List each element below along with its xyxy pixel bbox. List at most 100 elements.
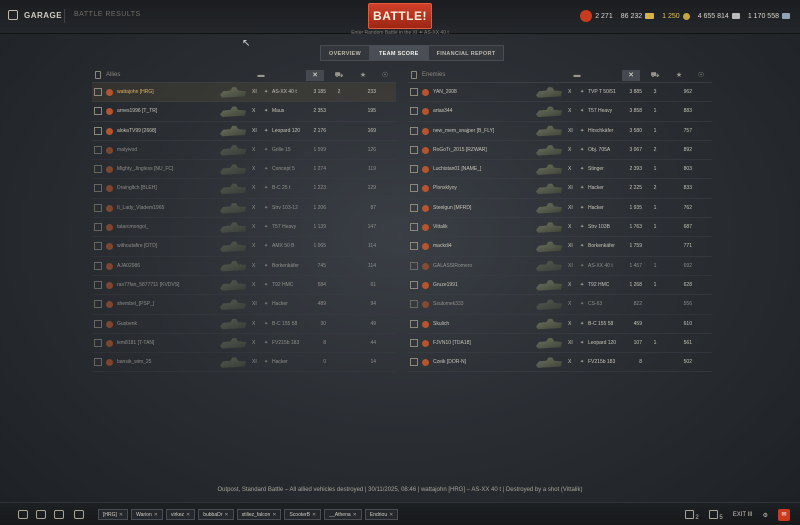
medal-sort-icon[interactable]: ☉ xyxy=(376,70,394,81)
squad-member-chip[interactable]: bubbaDr ✕ xyxy=(198,509,234,520)
squad-member-chip[interactable]: __Athena ✕ xyxy=(324,509,362,520)
table-row[interactable]: Draingltch [BLEH] X ✦ B-C 25 t 1 223 129 xyxy=(92,179,396,199)
squad-member-chip[interactable]: Endriou ✕ xyxy=(364,509,399,520)
player-name[interactable]: Gusbenk xyxy=(117,321,137,327)
squad-member-chip[interactable]: Warion ✕ xyxy=(131,509,163,520)
player-name[interactable]: GALASSIRomero xyxy=(433,263,472,269)
bonds-currency[interactable]: 1 250 xyxy=(662,12,690,20)
table-row[interactable]: Gusbenk X ✦ B-C 155 58 30 49 xyxy=(92,315,396,334)
player-name[interactable]: bansik_wim_25 xyxy=(117,359,151,365)
chat-icon[interactable] xyxy=(36,510,46,519)
player-name[interactable]: Ssutomek333 xyxy=(433,301,464,307)
table-row[interactable]: Gruze1991 X ✦ T92 HMC 1 268 1 628 xyxy=(408,276,712,296)
player-name[interactable]: Draingltch [BLEH] xyxy=(117,185,157,191)
table-row[interactable]: Czeik [DOR-N] X ✦ FV215b 183 8 502 xyxy=(408,353,712,373)
table-row[interactable]: FJVN10 [TDA18] XI ✦ Leopard 120 107 1 561 xyxy=(408,334,712,354)
table-row[interactable]: shembel_[PSP_] XI ✦ Hacker 489 94 xyxy=(92,295,396,315)
player-name[interactable]: RoGoTr_2015 [RZWAR] xyxy=(433,147,487,153)
player-name[interactable]: shembel_[PSP_] xyxy=(117,301,154,307)
close-icon[interactable]: ✕ xyxy=(119,510,123,520)
player-name[interactable]: FJVN10 [TDA18] xyxy=(433,340,471,346)
table-row[interactable]: arnes1996 [T_TR] X ✦ Maus 2 353 195 xyxy=(92,102,396,122)
table-row[interactable]: wattajohn [HRG] XI ✦ AS-XX 40 t 3 185 2 233 xyxy=(92,83,396,103)
table-row[interactable]: lem8181 [T-TAN] X ✦ FV215b 183 8 44 xyxy=(92,334,396,354)
table-row[interactable]: AJA02986 X ✦ Borkenkäfer 745 114 xyxy=(92,257,396,276)
player-name[interactable]: matyivod xyxy=(117,147,137,153)
table-row[interactable]: II_Lady_Vladem1965 X ✦ Strv 103-12 1 206 87 xyxy=(92,199,396,219)
player-name[interactable]: new_mem_snajper [B_FLY] xyxy=(433,128,494,134)
player-name[interactable]: withoutafire [OTD] xyxy=(117,243,157,249)
garage-nav[interactable]: GARAGE xyxy=(8,10,62,20)
table-row[interactable]: new_mem_snajper [B_FLY] XI ✦ Hirschkäfer 3 5… xyxy=(408,122,712,141)
squad-member-chip[interactable]: ScooterB ✕ xyxy=(284,509,322,520)
player-name[interactable]: artas344 xyxy=(433,108,452,114)
table-row[interactable]: Vittalik X ✦ Strv 103B 1 763 1 687 xyxy=(408,218,712,238)
player-name[interactable]: arnes1996 [T_TR] xyxy=(117,108,157,114)
table-row[interactable]: RoGoTr_2015 [RZWAR] X ✦ Obj. 705A 3 067 2 892 xyxy=(408,141,712,161)
player-name[interactable]: Mighty_Jingless [NU_FC] xyxy=(117,166,173,172)
table-row[interactable]: artas344 X ✦ T57 Heavy 3 858 1 883 xyxy=(408,102,712,122)
player-name[interactable]: Czeik [DOR-N] xyxy=(433,359,466,365)
player-name[interactable]: mackdi4 xyxy=(433,243,452,249)
close-icon[interactable]: ✕ xyxy=(186,510,190,520)
table-row[interactable]: bansik_wim_25 XI ✦ Hacker 0 14 xyxy=(92,353,396,373)
notification-icon[interactable]: ✉ xyxy=(778,509,790,521)
player-name[interactable]: wattajohn [HRG] xyxy=(117,89,154,95)
table-row[interactable]: Skulich X ✦ B-C 155 58 459 610 xyxy=(408,315,712,334)
player-name[interactable]: Luchistan01 [NAME_] xyxy=(433,166,481,172)
player-name[interactable]: Skulich xyxy=(433,321,449,327)
player-name[interactable]: lem8181 [T-TAN] xyxy=(117,340,154,346)
squad-member-chip[interactable]: virkez ✕ xyxy=(165,509,196,520)
profile-icon[interactable] xyxy=(18,510,28,519)
xp-sort-icon[interactable]: ★ xyxy=(354,70,372,81)
table-row[interactable]: alokaTV99 [2668] XI ✦ Leopard 120 2 176 169 xyxy=(92,122,396,141)
tank-sort-icon[interactable]: ▬ xyxy=(252,70,270,81)
clan-icon[interactable] xyxy=(54,510,64,519)
table-row[interactable]: matyivod X ✦ Grille 15 1 599 126 xyxy=(92,141,396,161)
battle-results-nav[interactable]: BATTLE RESULTS xyxy=(74,11,141,18)
tab-financial-report[interactable]: FINANCIAL REPORT xyxy=(427,45,505,61)
table-row[interactable]: mackdi4 XI ✦ Borkenkäfer 1 759 771 xyxy=(408,237,712,257)
player-name[interactable]: AJA02986 xyxy=(117,263,140,269)
player-name[interactable]: II_Lady_Vladem1965 xyxy=(117,205,164,211)
add-friend-icon[interactable] xyxy=(74,510,84,519)
table-row[interactable]: Mighty_Jingless [NU_FC] X ✦ Concept 5 1 274 1… xyxy=(92,160,396,180)
player-name[interactable]: Steelgun [MFRD] xyxy=(433,205,471,211)
table-row[interactable]: Plonxklyoy XI ✦ Hacker 2 225 2 833 xyxy=(408,179,712,199)
table-row[interactable]: Luchistan01 [NAME_] X ✦ Stinger 2 393 1 803 xyxy=(408,160,712,180)
close-icon[interactable]: ✕ xyxy=(353,510,357,520)
damage-sort-icon[interactable]: ✕ xyxy=(622,70,640,81)
table-row[interactable]: tatarcmongol_ X ✦ T57 Heavy 1 139 147 xyxy=(92,218,396,238)
medal-sort-icon[interactable]: ☉ xyxy=(692,70,710,81)
table-row[interactable]: Ssutomek333 X ✦ CS-63 822 556 xyxy=(408,295,712,315)
close-icon[interactable]: ✕ xyxy=(154,510,158,520)
credits-currency[interactable]: 4 655 814 xyxy=(698,13,740,20)
player-name[interactable]: Plonxklyoy xyxy=(433,185,457,191)
player-name[interactable]: ras77fan_5877711 [KVDVS] xyxy=(117,282,179,288)
squad-member-chip[interactable]: stiliez_falcon ✕ xyxy=(236,509,282,520)
battle-button[interactable]: BATTLE! xyxy=(368,3,432,29)
tab-overview[interactable]: OVERVIEW xyxy=(320,45,370,61)
player-name[interactable]: Vittalik xyxy=(433,224,448,230)
table-row[interactable]: withoutafire [OTD] X ✦ AMX 50 B 1 065 114 xyxy=(92,237,396,257)
friends-counter[interactable]: 2 xyxy=(684,509,699,521)
premium-currency[interactable]: 2 271 xyxy=(580,10,613,22)
stats-counter[interactable]: 5 xyxy=(708,509,723,521)
settings-icon[interactable]: ⚙ xyxy=(763,512,768,519)
squad-member-chip[interactable]: [HRG] ✕ xyxy=(98,509,129,520)
free-xp-currency[interactable]: 1 170 558 xyxy=(748,13,790,20)
player-name[interactable]: YAN_2008 xyxy=(433,89,457,95)
player-name[interactable]: tatarcmongol_ xyxy=(117,224,149,230)
close-icon[interactable]: ✕ xyxy=(272,510,276,520)
player-name[interactable]: alokaTV99 [2668] xyxy=(117,128,156,134)
table-row[interactable]: YAN_2008 X ✦ TVP T 50/51 3 885 3 962 xyxy=(408,83,712,103)
close-icon[interactable]: ✕ xyxy=(389,510,393,520)
tab-team-score[interactable]: TEAM SCORE xyxy=(369,45,428,61)
table-row[interactable]: ras77fan_5877711 [KVDVS] X ✦ T92 HMC 584 61 xyxy=(92,276,396,296)
kills-sort-icon[interactable]: ⛟ xyxy=(646,70,664,81)
tank-sort-icon[interactable]: ▬ xyxy=(568,70,586,81)
table-row[interactable]: GALASSIRomero XI ✦ AS-XX 40 t 1 457 1 692 xyxy=(408,257,712,276)
close-icon[interactable]: ✕ xyxy=(224,510,228,520)
gold-currency[interactable]: 86 232 xyxy=(621,13,655,20)
table-row[interactable]: Steelgun [MFRD] XI ✦ Hacker 1 935 1 762 xyxy=(408,199,712,219)
